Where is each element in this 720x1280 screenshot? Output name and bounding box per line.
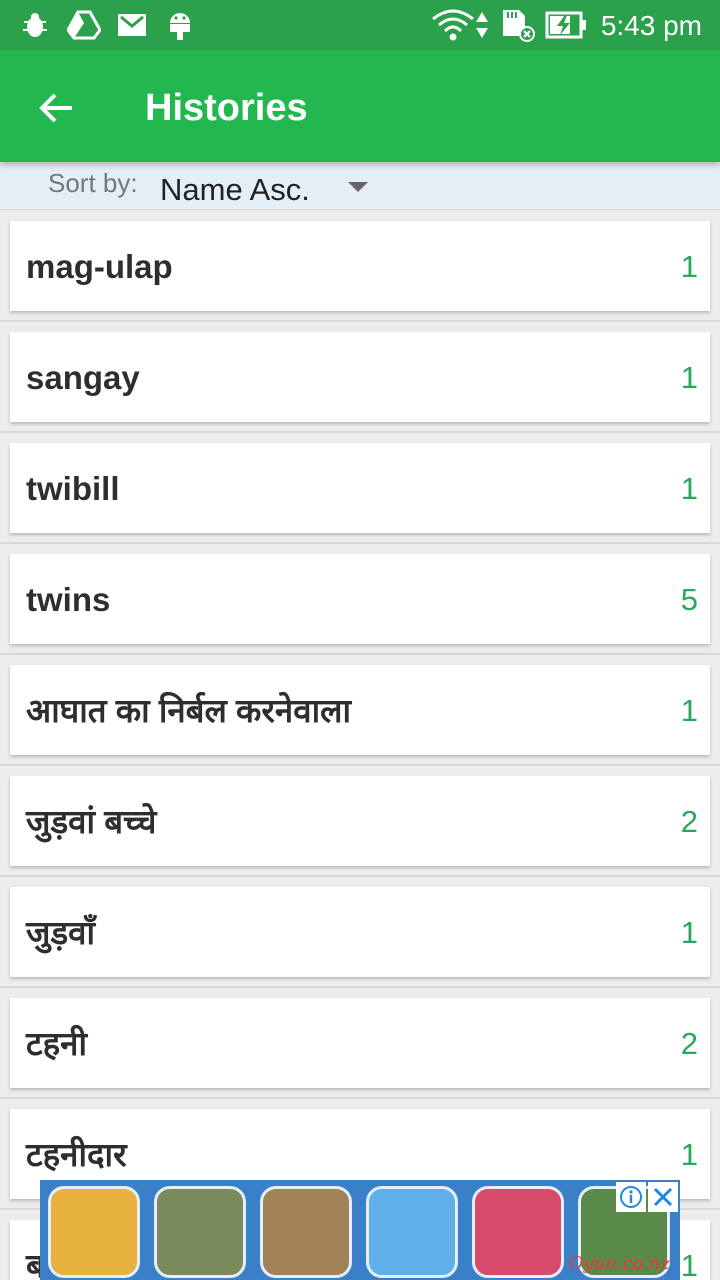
ad-app-tile[interactable]: [366, 1186, 458, 1278]
history-card[interactable]: sangay 1: [10, 332, 710, 422]
history-card[interactable]: twibill 1: [10, 443, 710, 533]
history-card[interactable]: आघात का निर्बल करनेवाला 1: [10, 665, 710, 755]
sort-selected-value: Name Asc.: [160, 172, 310, 207]
history-card[interactable]: जुड़वां बच्चे 2: [10, 776, 710, 866]
history-word: जुड़वां बच्चे: [26, 803, 157, 840]
history-count: 2: [680, 1026, 698, 1061]
history-word: sangay: [26, 359, 140, 396]
sort-label: Sort by:: [48, 168, 138, 198]
sort-dropdown[interactable]: Name Asc.: [156, 168, 386, 207]
list-item[interactable]: टहनी 2: [0, 988, 720, 1099]
list-item[interactable]: आघात का निर्बल करनेवाला 1: [0, 655, 720, 766]
caret-down-icon: [348, 182, 368, 192]
wifi-icon: [430, 9, 476, 41]
list-item[interactable]: sangay 1: [0, 322, 720, 433]
ad-app-tile[interactable]: [260, 1186, 352, 1278]
history-word: जुड़वाँ: [26, 914, 96, 951]
history-count: 1: [680, 693, 698, 728]
history-word: आघात का निर्बल करनेवाला: [26, 692, 352, 729]
clock: 5:43 pm: [600, 10, 702, 41]
app-bar: Histories: [0, 50, 720, 162]
list-item[interactable]: twins 5: [0, 544, 720, 655]
ad-app-tile[interactable]: [48, 1186, 140, 1278]
arrow-left-icon: [39, 93, 72, 123]
android-icon: [164, 9, 196, 41]
ad-app-tile[interactable]: [472, 1186, 564, 1278]
history-count: 2: [680, 804, 698, 839]
ad-app-tile[interactable]: [154, 1186, 246, 1278]
sort-bar: Sort by: Name Asc.: [0, 162, 720, 210]
history-word: twibill: [26, 470, 120, 507]
history-word: टहनी: [26, 1025, 88, 1062]
history-word: twins: [26, 581, 111, 618]
sd-card-icon: [498, 9, 538, 42]
bug-icon: [18, 9, 52, 41]
history-card[interactable]: जुड़वाँ 1: [10, 887, 710, 977]
list-item[interactable]: जुड़वाँ 1: [0, 877, 720, 988]
history-count: 1: [680, 249, 698, 284]
history-card[interactable]: टहनी 2: [10, 998, 710, 1088]
back-button[interactable]: [28, 80, 84, 136]
history-word: mag-ulap: [26, 248, 173, 285]
history-word: टहनीदार: [26, 1136, 127, 1173]
drive-icon: [66, 9, 102, 41]
ad-brand-text: Oyun.co.nz: [568, 1253, 670, 1274]
gmail-icon: [116, 9, 148, 41]
page-title: Histories: [145, 87, 308, 129]
list-item[interactable]: twibill 1: [0, 433, 720, 544]
list-item[interactable]: mag-ulap 1: [0, 211, 720, 322]
list-item[interactable]: जुड़वां बच्चे 2: [0, 766, 720, 877]
history-count: 1: [680, 915, 698, 950]
ad-close-icon[interactable]: [648, 1182, 678, 1212]
history-count: 1: [680, 360, 698, 395]
history-card[interactable]: mag-ulap 1: [10, 221, 710, 311]
history-count: 1: [680, 1248, 698, 1280]
history-count: 1: [680, 1137, 698, 1172]
data-arrows-icon: [474, 9, 490, 41]
history-count: 1: [680, 471, 698, 506]
history-count: 5: [680, 582, 698, 617]
history-card[interactable]: twins 5: [10, 554, 710, 644]
ad-banner[interactable]: Oyun.co.nz: [40, 1180, 680, 1280]
battery-charging-icon: [544, 9, 588, 41]
status-bar: 5:43 pm: [0, 0, 720, 50]
ad-info-icon[interactable]: [616, 1182, 646, 1212]
